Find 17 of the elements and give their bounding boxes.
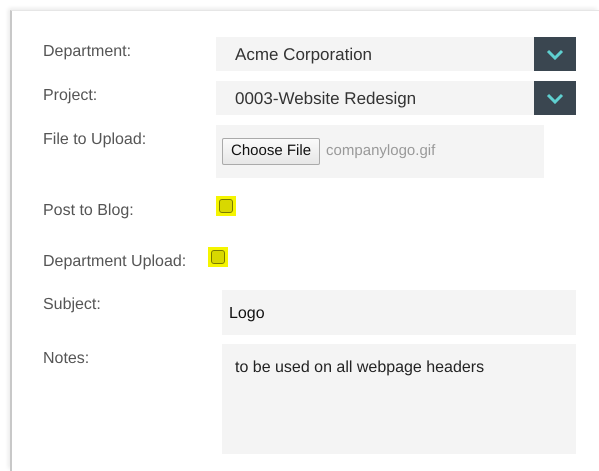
chevron-down-icon (546, 92, 564, 104)
chevron-down-icon (546, 48, 564, 60)
field-label: File to Upload: (43, 130, 148, 150)
field-label: Post to Blog: (43, 201, 135, 221)
checkbox[interactable] (208, 247, 228, 267)
select-field[interactable]: Acme Corporation (216, 37, 576, 71)
checkbox[interactable] (216, 196, 236, 216)
text-field[interactable]: Logo (222, 290, 576, 335)
notes-field[interactable]: to be used on all webpage headers (222, 344, 576, 454)
field-label: Subject: (43, 295, 102, 315)
file-name: companylogo.gif (326, 141, 436, 162)
field-label: Department: (43, 42, 132, 62)
field-label: Project: (43, 86, 98, 106)
select-field[interactable]: 0003-Website Redesign (216, 81, 576, 115)
field-label: Department Upload: (43, 252, 188, 272)
field-label: Notes: (43, 349, 90, 369)
choose-file-button[interactable]: Choose File (222, 138, 320, 165)
